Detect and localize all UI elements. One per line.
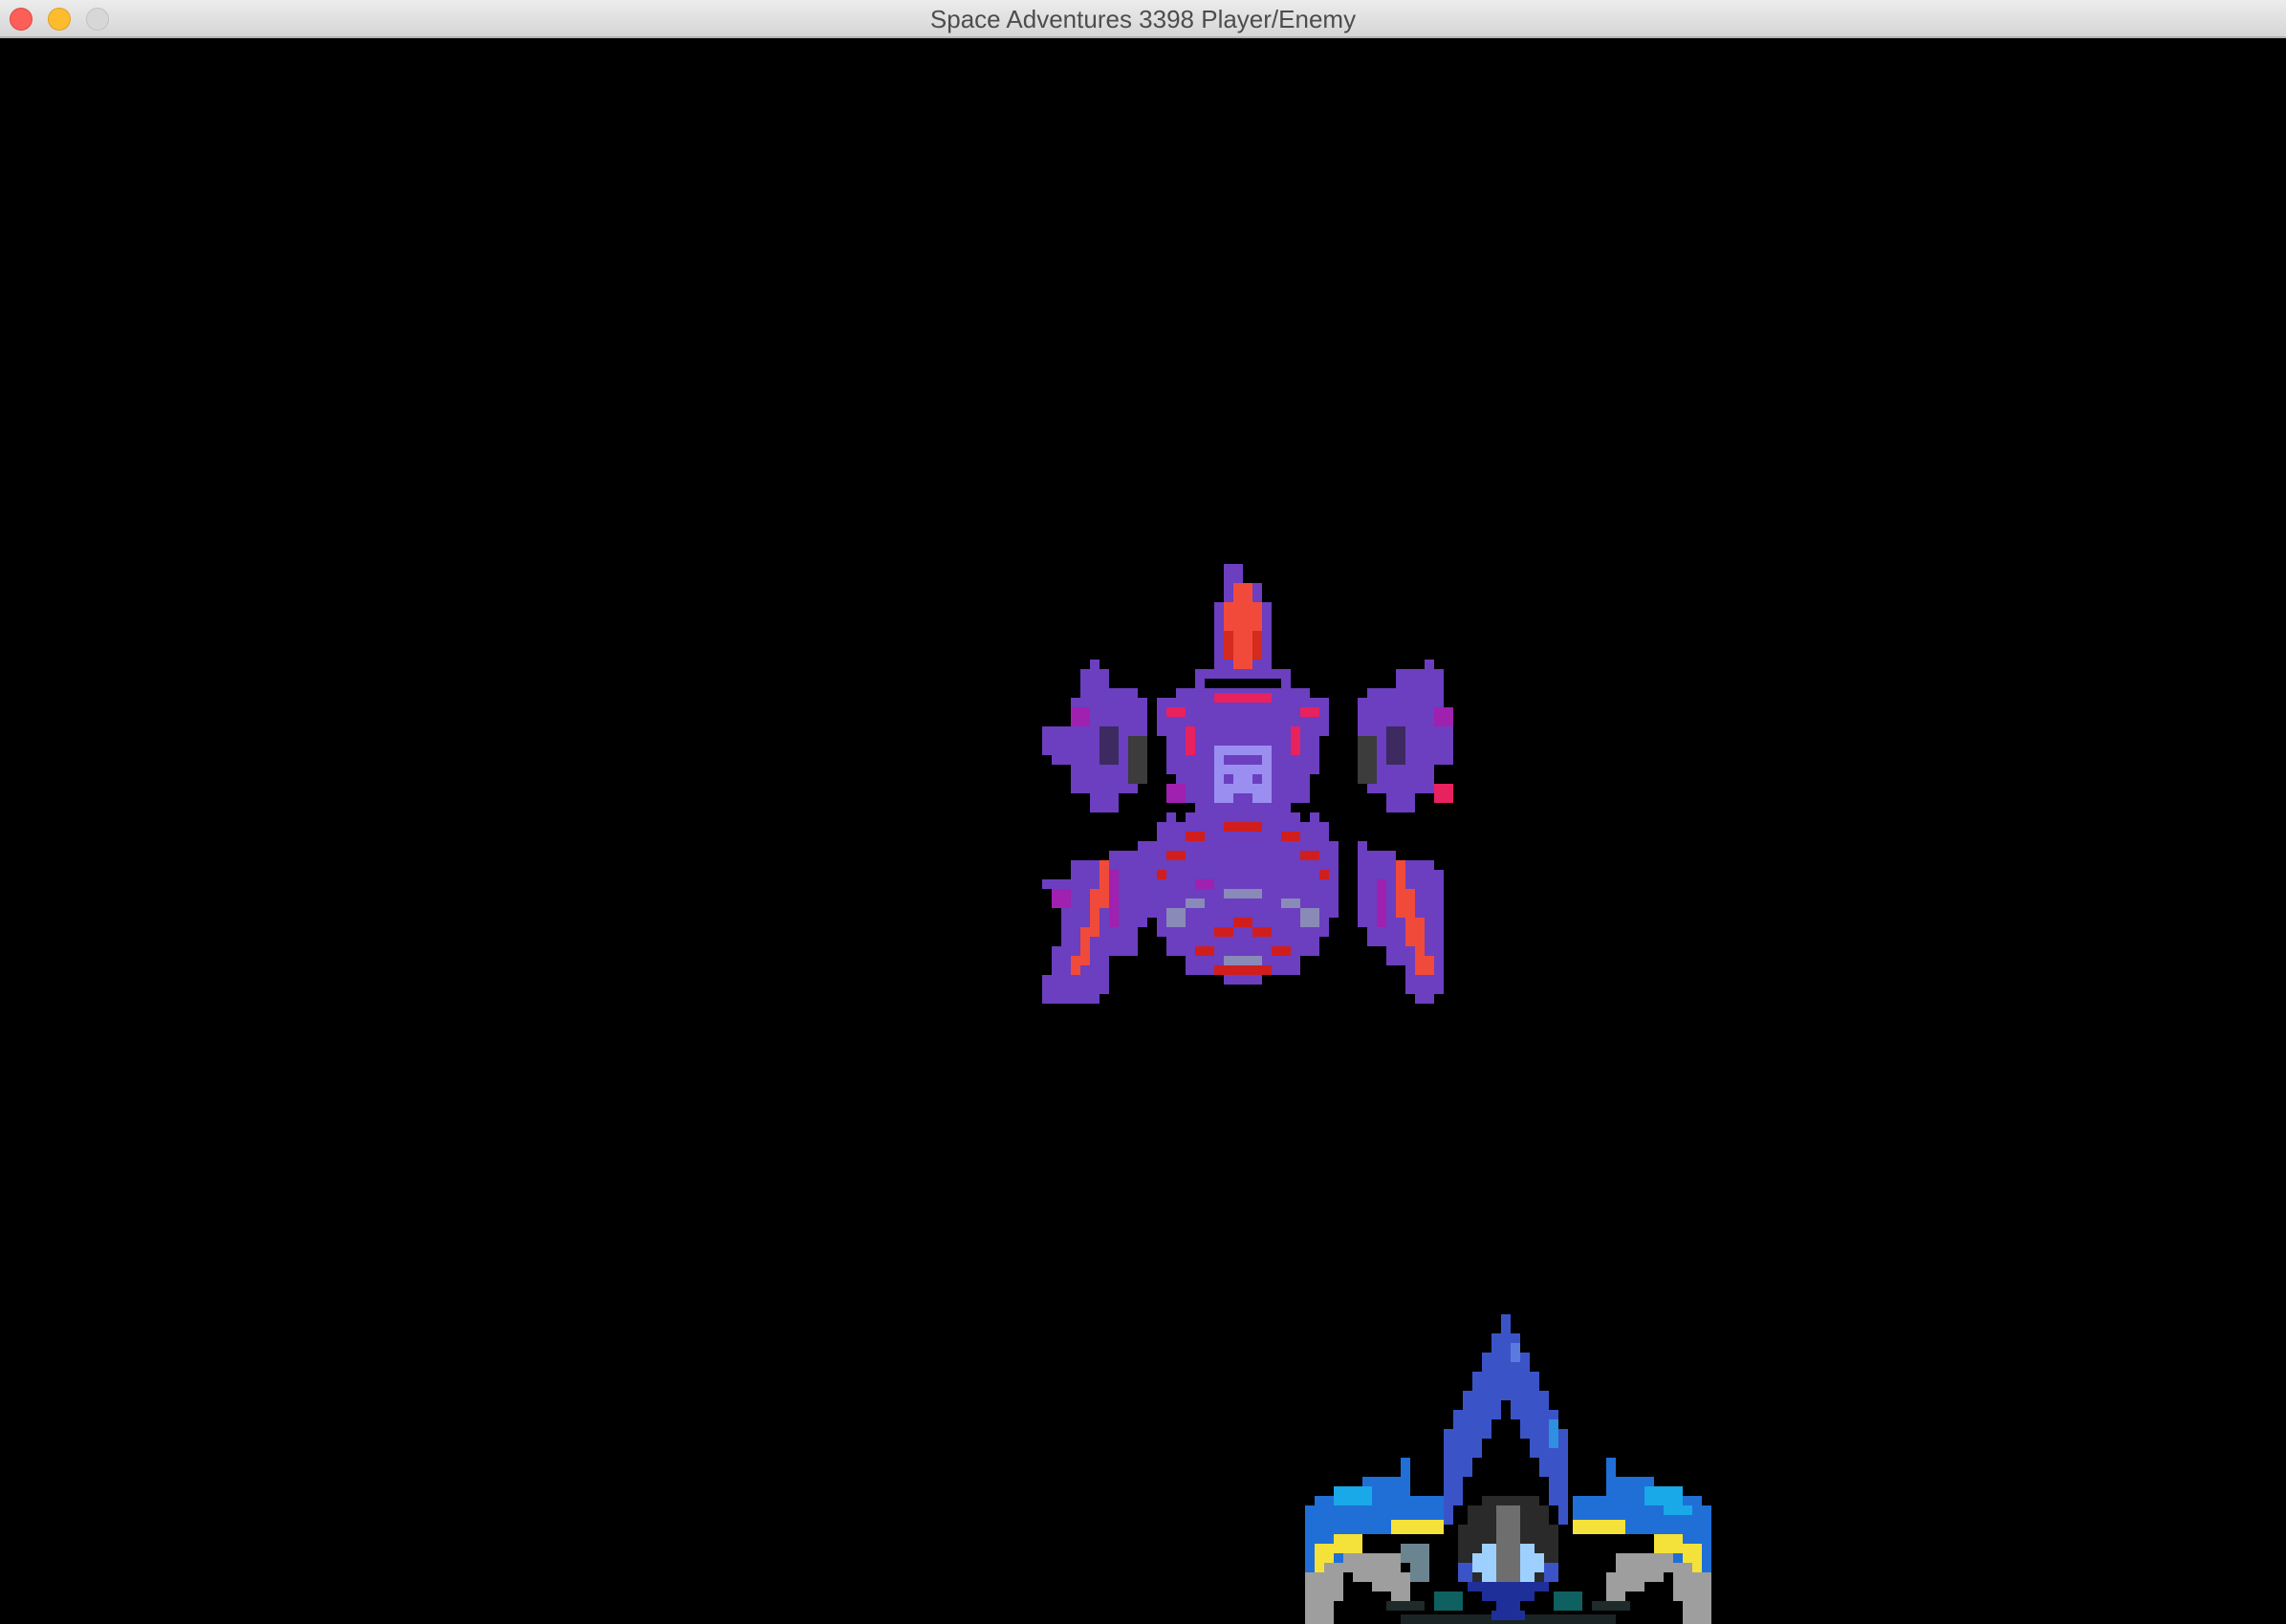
enemy-left-wing — [1042, 660, 1147, 812]
enemy-right-wing — [1358, 660, 1453, 812]
player-right-wing — [1573, 1458, 1711, 1624]
enemy-right-pod — [1358, 841, 1444, 1004]
game-window: Space Adventures 3398 Player/Enemy — [0, 0, 2286, 1624]
player-nose — [1444, 1314, 1568, 1525]
player-cockpit — [1458, 1496, 1558, 1611]
game-canvas[interactable] — [0, 38, 2286, 1624]
window-title: Space Adventures 3398 Player/Enemy — [929, 5, 1357, 33]
enemy-body — [1147, 564, 1339, 985]
player-ship-sprite — [1305, 1314, 1711, 1624]
enemy-left-pod — [1042, 841, 1147, 1004]
enemy-ship-sprite — [1042, 564, 1453, 1004]
player-left-wing — [1305, 1458, 1444, 1624]
title-bar[interactable]: Space Adventures 3398 Player/Enemy — [0, 0, 2286, 38]
